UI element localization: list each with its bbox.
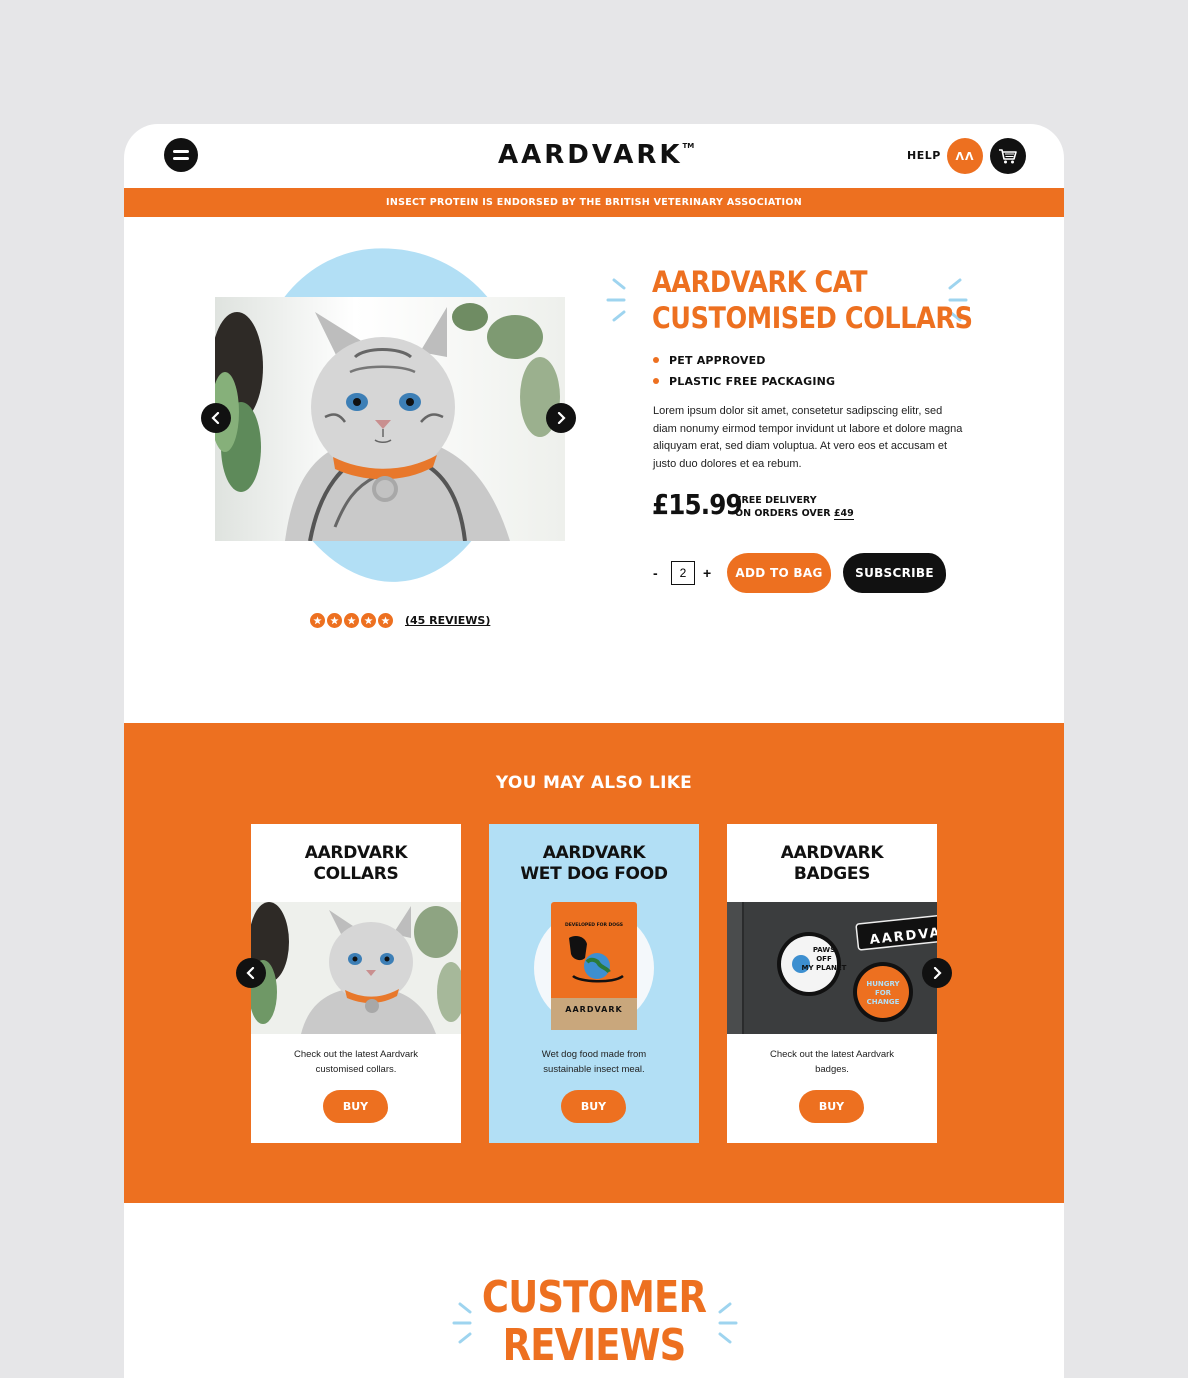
feature-item: PLASTIC FREE PACKAGING — [653, 371, 835, 392]
product-image — [215, 297, 565, 541]
product-card-wet-dog-food[interactable]: AARDVARK WET DOG FOOD DEVELOPED FOR DOGS … — [489, 824, 699, 1143]
hamburger-menu-icon[interactable] — [164, 138, 198, 172]
help-link[interactable]: HELP — [907, 149, 941, 162]
sparkle-burst-icon — [606, 278, 626, 322]
announcement-banner: INSECT PROTEIN IS ENDORSED BY THE BRITIS… — [124, 188, 1064, 217]
cart-icon-glyph — [999, 148, 1017, 163]
quantity-decrease-button[interactable]: - — [653, 565, 658, 581]
star-icon — [310, 613, 325, 628]
subscribe-button[interactable]: SUBSCRIBE — [843, 553, 946, 593]
buy-button[interactable]: BUY — [561, 1090, 626, 1123]
badges-photo: AARDVA PAWS OFF MY PLANET HUNGRY FOR CHANGE — [727, 902, 937, 1034]
star-icon — [327, 613, 342, 628]
cat-photo — [215, 303, 560, 541]
rating-stars: (45 REVIEWS) — [310, 613, 490, 628]
star-icon — [344, 613, 359, 628]
site-header: AARDVARKTM HELP ΛΛ — [124, 124, 1064, 188]
star-icon — [378, 613, 393, 628]
pack-top-text: DEVELOPED FOR DOGS — [565, 922, 623, 928]
delivery-threshold: £49 — [833, 508, 854, 520]
reviews-link[interactable]: (45 REVIEWS) — [405, 614, 490, 627]
card-image: DEVELOPED FOR DOGS AARDVARK — [489, 902, 699, 1034]
product-description: Lorem ipsum dolor sit amet, consetetur s… — [653, 405, 963, 470]
browser-frame: AARDVARKTM HELP ΛΛ INSECT PROTEIN IS END… — [124, 124, 1064, 1378]
card-description: Check out the latest Aardvark badges. — [769, 1049, 895, 1075]
quantity-input[interactable] — [671, 561, 695, 585]
card-description: Check out the latest Aardvark customised … — [293, 1049, 419, 1075]
card-image: AARDVA PAWS OFF MY PLANET HUNGRY FOR CHANGE — [727, 902, 937, 1034]
feature-list: PET APPROVED PLASTIC FREE PACKAGING — [653, 350, 835, 392]
buy-button[interactable]: BUY — [799, 1090, 864, 1123]
delivery-note: FREE DELIVERY ON ORDERS OVER £49 — [735, 494, 854, 520]
product-card-badges[interactable]: AARDVARK BADGES AARDVA PAWS OFF MY PLANET H… — [727, 824, 937, 1143]
card-title: AARDVARK COLLARS — [304, 843, 408, 884]
related-heading: YOU MAY ALSO LIKE — [495, 773, 693, 793]
product-title: AARDVARK CAT CUSTOMISED COLLARS — [652, 264, 973, 336]
cart-icon[interactable] — [990, 138, 1026, 174]
related-next-arrow-icon[interactable] — [922, 958, 952, 988]
customer-reviews-heading: CUSTOMER REVIEWS — [481, 1272, 707, 1371]
site-logo[interactable]: AARDVARKTM — [498, 140, 694, 170]
account-button[interactable]: ΛΛ — [947, 138, 983, 174]
product-title-line-1: AARDVARK CAT — [652, 265, 868, 299]
pack-brand-text: AARDVARK — [565, 1005, 622, 1014]
product-card-collars[interactable]: AARDVARK COLLARS Check out the latest Aa… — [251, 824, 461, 1143]
star-icon — [361, 613, 376, 628]
card-image — [251, 902, 461, 1034]
add-to-bag-button[interactable]: ADD TO BAG — [727, 553, 831, 593]
quantity-increase-button[interactable]: + — [703, 565, 711, 581]
carousel-prev-arrow-icon[interactable] — [201, 403, 231, 433]
related-prev-arrow-icon[interactable] — [236, 958, 266, 988]
related-products-section: YOU MAY ALSO LIKE AARDVARK COLLARS Check… — [124, 723, 1064, 1203]
buy-button[interactable]: BUY — [323, 1090, 388, 1123]
card-description: Wet dog food made from sustainable insect… — [541, 1049, 647, 1075]
carousel-next-arrow-icon[interactable] — [546, 403, 576, 433]
cat-photo — [251, 902, 461, 1034]
card-title: AARDVARK WET DOG FOOD — [520, 843, 668, 884]
product-price: £15.99 — [652, 488, 743, 521]
logo-trademark: TM — [682, 142, 695, 150]
delivery-line-1: FREE DELIVERY — [735, 495, 817, 506]
delivery-line-2: ON ORDERS OVER £49 — [735, 508, 854, 520]
card-title: AARDVARK BADGES — [780, 843, 884, 884]
dog-food-pack-image: DEVELOPED FOR DOGS AARDVARK — [534, 902, 654, 1030]
product-title-line-2: CUSTOMISED COLLARS — [652, 301, 973, 335]
feature-item: PET APPROVED — [653, 350, 835, 371]
